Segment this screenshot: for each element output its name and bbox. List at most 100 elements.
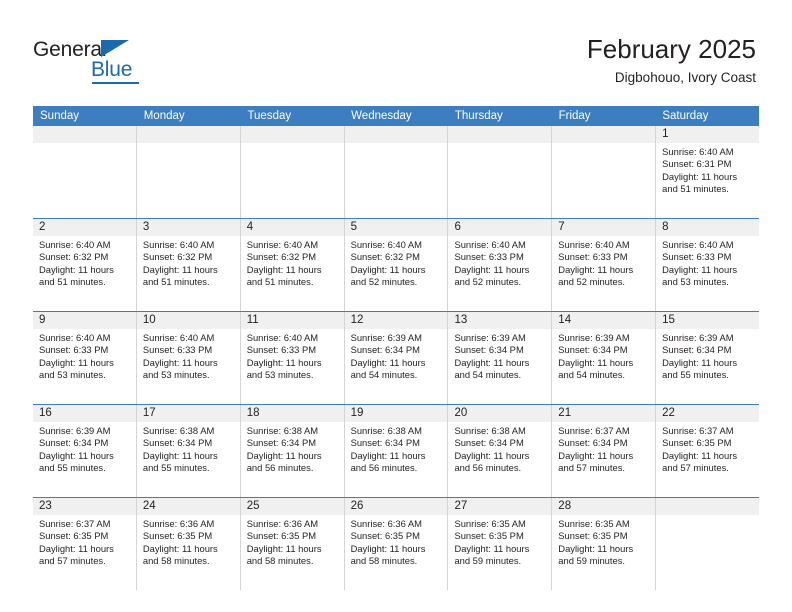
day-cell[interactable]: 17 Sunrise: 6:38 AM Sunset: 6:34 PM Dayligh… <box>136 405 241 497</box>
day-number: 15 <box>656 312 760 329</box>
sunrise-text: Sunrise: 6:40 AM <box>662 239 734 250</box>
day-info: Sunrise: 6:40 AM Sunset: 6:33 PM Daylight:… <box>33 329 136 381</box>
daylight-text: Daylight: 11 hours and 53 minutes. <box>662 263 738 287</box>
sunset-text: Sunset: 6:34 PM <box>350 437 420 449</box>
day-number: 6 <box>448 219 552 236</box>
week-row: 2 Sunrise: 6:40 AM Sunset: 6:32 PM Daylight… <box>33 218 760 311</box>
daylight-text: Daylight: 11 hours and 53 minutes. <box>39 356 114 380</box>
day-cell[interactable]: 8 Sunrise: 6:40 AM Sunset: 6:33 PM Daylight… <box>656 219 760 311</box>
sunset-text: Sunset: 6:35 PM <box>350 530 420 542</box>
day-number: 7 <box>552 219 656 236</box>
day-info: Sunrise: 6:39 AM Sunset: 6:34 PM Daylight:… <box>345 329 448 381</box>
day-cell[interactable]: 2 Sunrise: 6:40 AM Sunset: 6:32 PM Daylight… <box>33 219 137 311</box>
sunrise-text: Sunrise: 6:40 AM <box>662 146 734 157</box>
day-number <box>33 126 136 143</box>
sunset-text: Sunset: 6:35 PM <box>142 530 213 542</box>
day-number: 12 <box>344 312 448 329</box>
day-cell[interactable]: 24 Sunrise: 6:36 AM Sunset: 6:35 PM Dayligh… <box>136 498 241 590</box>
day-cell[interactable]: 15 Sunrise: 6:39 AM Sunset: 6:34 PM Dayligh… <box>656 312 760 404</box>
day-number: 8 <box>656 219 760 236</box>
day-number: 25 <box>240 498 344 515</box>
sunset-text: Sunset: 6:32 PM <box>142 251 213 263</box>
day-number <box>344 126 448 143</box>
logo-underline <box>92 82 139 84</box>
day-cell[interactable]: 16 Sunrise: 6:39 AM Sunset: 6:34 PM Dayligh… <box>33 405 137 497</box>
sunrise-text: Sunrise: 6:40 AM <box>558 239 630 250</box>
day-info: Sunrise: 6:39 AM Sunset: 6:34 PM Daylight:… <box>448 329 551 381</box>
sunset-text: Sunset: 6:34 PM <box>558 437 628 449</box>
day-cell[interactable]: 27 Sunrise: 6:35 AM Sunset: 6:35 PM Dayligh… <box>448 498 553 590</box>
daylight-text: Daylight: 11 hours and 52 minutes. <box>350 263 426 287</box>
day-cell[interactable]: 13 Sunrise: 6:39 AM Sunset: 6:34 PM Dayligh… <box>448 312 553 404</box>
sunset-text: Sunset: 6:34 PM <box>558 344 628 356</box>
day-info: Sunrise: 6:39 AM Sunset: 6:34 PM Daylight:… <box>33 422 136 474</box>
day-cell[interactable]: 11 Sunrise: 6:40 AM Sunset: 6:33 PM Dayligh… <box>240 312 345 404</box>
sunset-text: Sunset: 6:33 PM <box>246 344 317 356</box>
day-info: Sunrise: 6:40 AM Sunset: 6:32 PM Daylight:… <box>33 236 136 288</box>
day-cell[interactable]: 20 Sunrise: 6:38 AM Sunset: 6:34 PM Dayligh… <box>448 405 553 497</box>
daylight-text: Daylight: 11 hours and 55 minutes. <box>662 356 738 380</box>
day-cell[interactable]: 14 Sunrise: 6:39 AM Sunset: 6:34 PM Dayligh… <box>552 312 657 404</box>
day-info: Sunrise: 6:40 AM Sunset: 6:33 PM Daylight:… <box>552 236 655 288</box>
day-info: Sunrise: 6:37 AM Sunset: 6:35 PM Daylight:… <box>656 422 759 474</box>
day-cell[interactable]: 9 Sunrise: 6:40 AM Sunset: 6:33 PM Daylight… <box>33 312 137 404</box>
weekday-tuesday: Tuesday <box>247 110 292 122</box>
sunrise-text: Sunrise: 6:40 AM <box>350 239 422 250</box>
sunrise-text: Sunrise: 6:39 AM <box>39 425 111 436</box>
day-cell[interactable]: 26 Sunrise: 6:36 AM Sunset: 6:35 PM Dayligh… <box>344 498 449 590</box>
day-cell[interactable]: 25 Sunrise: 6:36 AM Sunset: 6:35 PM Dayligh… <box>240 498 345 590</box>
daylight-text: Daylight: 11 hours and 56 minutes. <box>246 449 322 473</box>
day-cell[interactable]: 1 Sunrise: 6:40 AM Sunset: 6:31 PM Daylight… <box>656 126 760 218</box>
calendar-page: General Blue February 2025 Digbohouo, Iv… <box>0 0 792 612</box>
weekday-thursday: Thursday <box>454 110 503 122</box>
daylight-text: Daylight: 11 hours and 54 minutes. <box>558 356 634 380</box>
sunrise-text: Sunrise: 6:40 AM <box>246 332 319 343</box>
day-cell[interactable]: 6 Sunrise: 6:40 AM Sunset: 6:33 PM Daylight… <box>448 219 553 311</box>
day-number: 1 <box>656 126 760 143</box>
day-cell[interactable]: 22 Sunrise: 6:37 AM Sunset: 6:35 PM Dayligh… <box>656 405 760 497</box>
day-cell[interactable]: 3 Sunrise: 6:40 AM Sunset: 6:32 PM Daylight… <box>136 219 241 311</box>
day-cell[interactable]: 19 Sunrise: 6:38 AM Sunset: 6:34 PM Dayligh… <box>344 405 449 497</box>
daylight-text: Daylight: 11 hours and 59 minutes. <box>558 542 634 566</box>
logo-text-blue: Blue <box>91 58 133 81</box>
day-cell[interactable]: 28 Sunrise: 6:35 AM Sunset: 6:35 PM Dayligh… <box>552 498 657 590</box>
day-number <box>136 126 240 143</box>
day-info: Sunrise: 6:37 AM Sunset: 6:35 PM Daylight:… <box>33 515 136 567</box>
daylight-text: Daylight: 11 hours and 52 minutes. <box>558 263 634 287</box>
sunset-text: Sunset: 6:34 PM <box>454 344 524 356</box>
day-info: Sunrise: 6:38 AM Sunset: 6:34 PM Daylight:… <box>137 422 240 474</box>
day-cell[interactable]: 21 Sunrise: 6:37 AM Sunset: 6:34 PM Dayligh… <box>552 405 657 497</box>
sunset-text: Sunset: 6:35 PM <box>39 530 109 542</box>
sunrise-text: Sunrise: 6:40 AM <box>246 239 319 250</box>
day-info: Sunrise: 6:36 AM Sunset: 6:35 PM Daylight:… <box>137 515 240 567</box>
sunset-text: Sunset: 6:34 PM <box>142 437 213 449</box>
day-cell[interactable]: 7 Sunrise: 6:40 AM Sunset: 6:33 PM Daylight… <box>552 219 657 311</box>
day-cell[interactable]: 4 Sunrise: 6:40 AM Sunset: 6:32 PM Daylight… <box>240 219 345 311</box>
day-cell[interactable]: 10 Sunrise: 6:40 AM Sunset: 6:33 PM Dayligh… <box>136 312 241 404</box>
sunset-text: Sunset: 6:34 PM <box>662 344 732 356</box>
day-cell[interactable]: 18 Sunrise: 6:38 AM Sunset: 6:34 PM Dayligh… <box>240 405 345 497</box>
sunset-text: Sunset: 6:33 PM <box>662 251 732 263</box>
daylight-text: Daylight: 11 hours and 52 minutes. <box>454 263 530 287</box>
day-cell[interactable]: 12 Sunrise: 6:39 AM Sunset: 6:34 PM Dayligh… <box>344 312 449 404</box>
day-info: Sunrise: 6:38 AM Sunset: 6:34 PM Daylight:… <box>345 422 448 474</box>
day-number: 9 <box>33 312 136 329</box>
day-number: 11 <box>240 312 344 329</box>
general-blue-logo[interactable]: General Blue <box>33 38 233 84</box>
day-number: 3 <box>136 219 240 236</box>
day-number <box>240 126 344 143</box>
sunset-text: Sunset: 6:34 PM <box>350 344 420 356</box>
day-info: Sunrise: 6:39 AM Sunset: 6:34 PM Daylight:… <box>552 329 655 381</box>
day-info: Sunrise: 6:37 AM Sunset: 6:34 PM Daylight:… <box>552 422 655 474</box>
day-cell[interactable]: 23 Sunrise: 6:37 AM Sunset: 6:35 PM Dayligh… <box>33 498 137 590</box>
weekday-header-row: Sunday Monday Tuesday Wednesday Thursday… <box>33 106 759 126</box>
day-info: Sunrise: 6:40 AM Sunset: 6:31 PM Daylight:… <box>656 143 759 195</box>
page-title: February 2025 <box>586 34 756 64</box>
day-cell[interactable]: 5 Sunrise: 6:40 AM Sunset: 6:32 PM Daylight… <box>344 219 449 311</box>
daylight-text: Daylight: 11 hours and 56 minutes. <box>454 449 530 473</box>
sunset-text: Sunset: 6:35 PM <box>454 530 524 542</box>
weekday-friday: Friday <box>558 110 591 122</box>
sunset-text: Sunset: 6:35 PM <box>558 530 628 542</box>
daylight-text: Daylight: 11 hours and 58 minutes. <box>350 542 426 566</box>
weeks-container: 1 Sunrise: 6:40 AM Sunset: 6:31 PM Daylight… <box>33 126 760 590</box>
